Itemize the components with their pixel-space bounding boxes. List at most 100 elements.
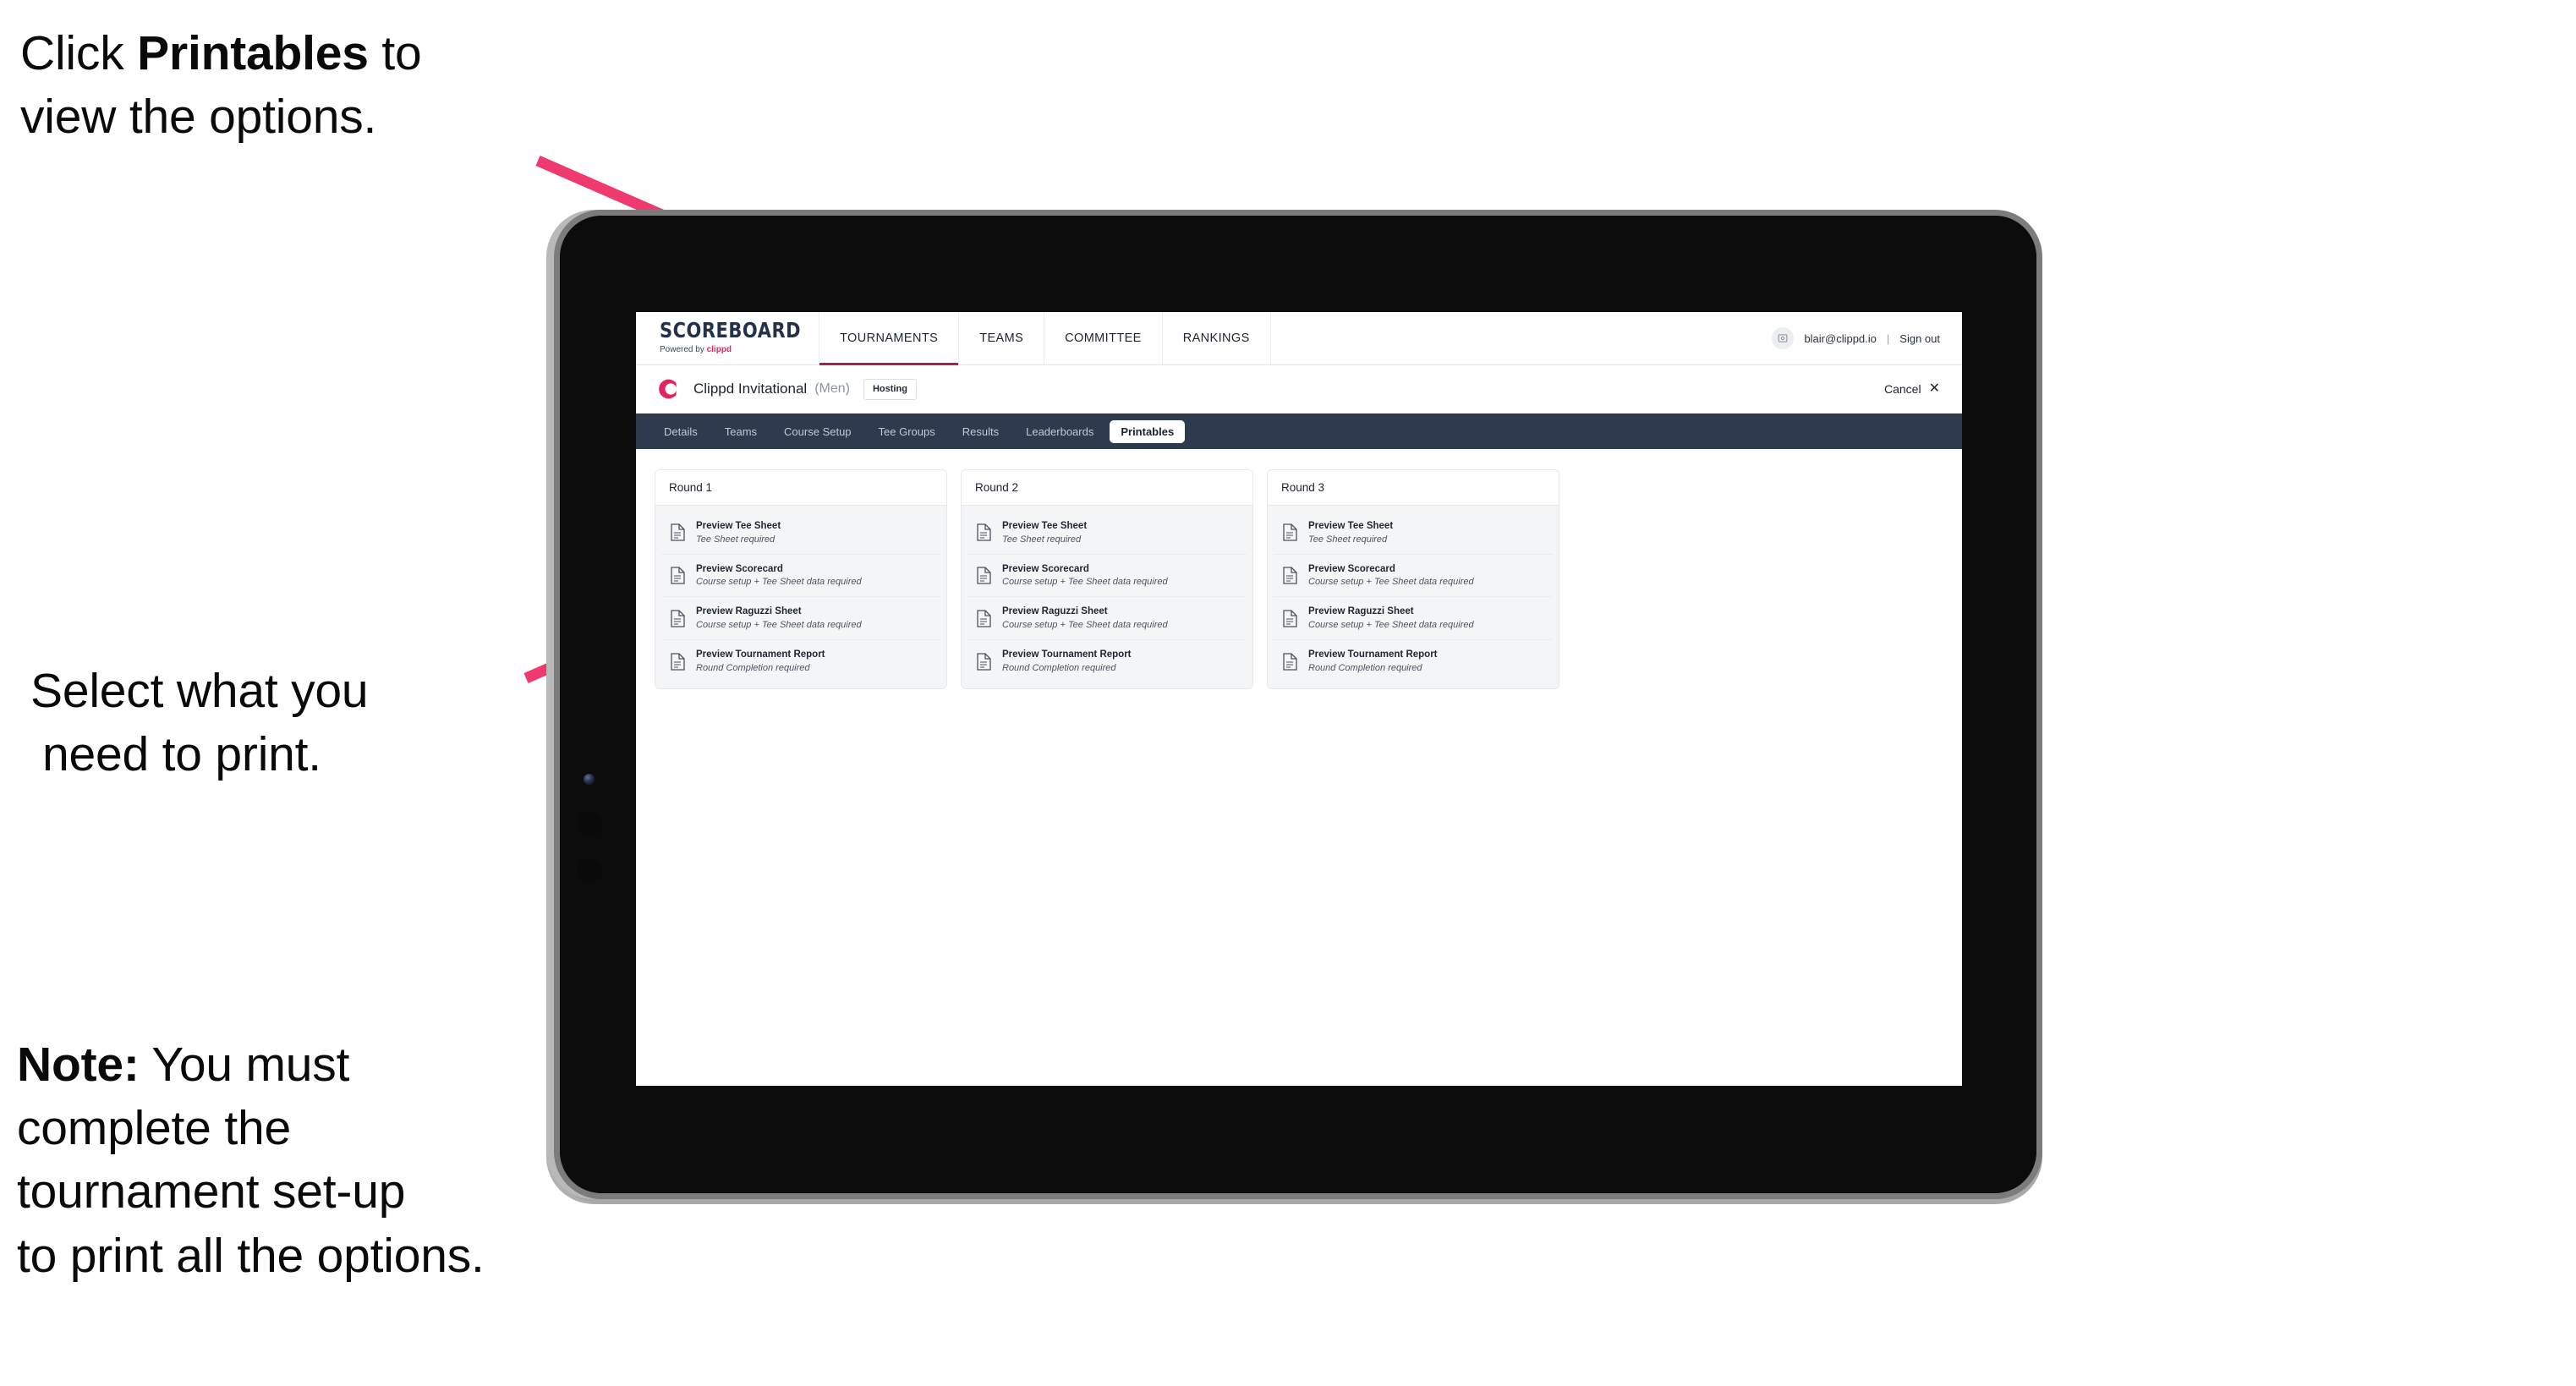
- nav-item-teams[interactable]: TEAMS: [958, 312, 1045, 364]
- nav-item-committee[interactable]: COMMITTEE: [1044, 312, 1163, 364]
- tournament-tabs: Details Teams Course Setup Tee Groups Re…: [636, 414, 1962, 449]
- printable-item-scorecard[interactable]: Preview Scorecard Course setup + Tee She…: [967, 554, 1247, 598]
- sign-out-link[interactable]: Sign out: [1899, 332, 1940, 345]
- tab-teams[interactable]: Teams: [714, 420, 768, 443]
- primary-nav: TOURNAMENTS TEAMS COMMITTEE RANKINGS: [819, 312, 1271, 365]
- printable-item-raguzzi-sheet[interactable]: Preview Raguzzi Sheet Course setup + Tee…: [661, 597, 940, 641]
- document-icon: [1283, 523, 1297, 542]
- printable-item-tee-sheet[interactable]: Preview Tee Sheet Tee Sheet required: [661, 512, 940, 555]
- printable-requirement: Course setup + Tee Sheet data required: [1308, 577, 1474, 588]
- printable-requirement: Course setup + Tee Sheet data required: [1308, 620, 1474, 631]
- round-title: Round 1: [655, 470, 946, 506]
- printable-item-tournament-report[interactable]: Preview Tournament Report Round Completi…: [967, 640, 1247, 682]
- round-title: Round 3: [1268, 470, 1559, 506]
- printable-title: Preview Tournament Report: [1002, 649, 1132, 660]
- tab-tee-groups[interactable]: Tee Groups: [868, 420, 946, 443]
- nav-label: TOURNAMENTS: [840, 331, 939, 345]
- annotation-1-bold: Printables: [137, 26, 369, 80]
- printables-rounds-grid: Round 1 Preview Tee Sheet Tee Sheet requ…: [636, 449, 1962, 709]
- printable-item-tee-sheet[interactable]: Preview Tee Sheet Tee Sheet required: [967, 512, 1247, 555]
- close-icon: ✕: [1928, 381, 1940, 396]
- printable-item-text: Preview Tee Sheet Tee Sheet required: [696, 521, 781, 545]
- tab-details[interactable]: Details: [653, 420, 709, 443]
- user-email: blair@clippd.io: [1804, 331, 1877, 345]
- printable-title: Preview Tournament Report: [696, 649, 825, 660]
- document-icon: [1283, 652, 1297, 671]
- printable-title: Preview Tee Sheet: [1308, 521, 1394, 531]
- printable-requirement: Course setup + Tee Sheet data required: [1002, 577, 1168, 588]
- printable-title: Preview Raguzzi Sheet: [1002, 606, 1108, 617]
- nav-label: TEAMS: [979, 331, 1024, 345]
- document-icon: [1283, 567, 1297, 584]
- round-column: Round 3 Preview Tee Sheet Tee Sheet requ…: [1267, 469, 1559, 689]
- status-badge: Hosting: [863, 378, 917, 400]
- cancel-label: Cancel: [1884, 382, 1921, 396]
- printable-requirement: Tee Sheet required: [696, 534, 776, 545]
- device-sensor-dot: [577, 812, 602, 837]
- printable-requirement: Course setup + Tee Sheet data required: [696, 620, 862, 631]
- round-items: Preview Tee Sheet Tee Sheet required Pre…: [1268, 506, 1559, 688]
- printable-item-text: Preview Tournament Report Round Completi…: [1308, 649, 1438, 673]
- document-icon: [671, 567, 685, 584]
- round-items: Preview Tee Sheet Tee Sheet required Pre…: [962, 506, 1252, 688]
- annotation-3-bold: Note:: [17, 1038, 140, 1092]
- user-avatar-icon[interactable]: [1772, 327, 1795, 349]
- nav-item-tournaments[interactable]: TOURNAMENTS: [819, 312, 960, 365]
- printable-title: Preview Raguzzi Sheet: [1308, 606, 1414, 617]
- printable-item-text: Preview Scorecard Course setup + Tee She…: [1002, 564, 1168, 588]
- tournament-header: Clippd Invitational (Men) Hosting Cancel…: [636, 365, 1962, 414]
- annotation-click-printables: Click Printables to view the options.: [20, 22, 578, 149]
- printable-title: Preview Tee Sheet: [696, 521, 781, 531]
- document-icon: [977, 610, 991, 627]
- printable-item-scorecard[interactable]: Preview Scorecard Course setup + Tee She…: [661, 554, 940, 598]
- tab-results[interactable]: Results: [951, 420, 1010, 443]
- round-column: Round 1 Preview Tee Sheet Tee Sheet requ…: [655, 469, 947, 689]
- app-header: SCOREBOARD Powered by clippd TOURNAMENTS…: [636, 312, 1962, 365]
- printable-item-text: Preview Tournament Report Round Completi…: [696, 649, 825, 673]
- annotation-2-line2: need to print.: [42, 727, 321, 782]
- printable-title: Preview Raguzzi Sheet: [696, 606, 802, 617]
- printable-title: Preview Scorecard: [696, 563, 783, 574]
- document-icon: [671, 523, 685, 542]
- tab-course-setup[interactable]: Course Setup: [773, 420, 863, 443]
- printable-item-tee-sheet[interactable]: Preview Tee Sheet Tee Sheet required: [1274, 512, 1553, 555]
- annotation-3-l1: You must: [139, 1038, 350, 1092]
- clippd-c-logo: [659, 379, 677, 399]
- printable-item-text: Preview Scorecard Course setup + Tee She…: [1308, 564, 1474, 588]
- document-icon: [671, 610, 685, 627]
- round-column: Round 2 Preview Tee Sheet Tee Sheet requ…: [961, 469, 1253, 689]
- printable-item-tournament-report[interactable]: Preview Tournament Report Round Completi…: [1274, 640, 1553, 682]
- nav-label: RANKINGS: [1182, 331, 1250, 345]
- printable-item-text: Preview Tee Sheet Tee Sheet required: [1002, 521, 1087, 545]
- round-items: Preview Tee Sheet Tee Sheet required Pre…: [655, 506, 946, 688]
- tournament-name: Clippd Invitational: [693, 381, 808, 397]
- tab-printables[interactable]: Printables: [1110, 419, 1186, 443]
- front-camera-icon: [584, 774, 595, 785]
- annotation-1-line2: view the options.: [20, 90, 377, 145]
- printable-item-text: Preview Raguzzi Sheet Course setup + Tee…: [1308, 606, 1474, 630]
- tab-leaderboards[interactable]: Leaderboards: [1015, 420, 1104, 443]
- printable-item-text: Preview Raguzzi Sheet Course setup + Tee…: [1002, 606, 1168, 630]
- nav-label: COMMITTEE: [1065, 331, 1142, 345]
- app-screen: SCOREBOARD Powered by clippd TOURNAMENTS…: [636, 312, 1962, 1086]
- printable-item-raguzzi-sheet[interactable]: Preview Raguzzi Sheet Course setup + Tee…: [967, 597, 1247, 641]
- document-icon: [977, 523, 991, 542]
- tablet-bezel: SCOREBOARD Powered by clippd TOURNAMENTS…: [560, 216, 2036, 1193]
- printable-requirement: Course setup + Tee Sheet data required: [696, 577, 862, 588]
- printable-item-raguzzi-sheet[interactable]: Preview Raguzzi Sheet Course setup + Tee…: [1274, 597, 1553, 641]
- annotation-1-post: to: [368, 26, 422, 80]
- device-sensor-dot: [577, 858, 602, 884]
- printable-item-scorecard[interactable]: Preview Scorecard Course setup + Tee She…: [1274, 554, 1553, 598]
- printable-item-text: Preview Tournament Report Round Completi…: [1002, 649, 1132, 673]
- brand-logo[interactable]: SCOREBOARD Powered by clippd: [636, 312, 819, 364]
- nav-item-rankings[interactable]: RANKINGS: [1161, 312, 1271, 364]
- printable-requirement: Tee Sheet required: [1308, 534, 1388, 545]
- cancel-button[interactable]: Cancel ✕: [1884, 381, 1940, 397]
- printable-item-tournament-report[interactable]: Preview Tournament Report Round Completi…: [661, 640, 940, 682]
- annotation-3-l4: to print all the options.: [17, 1228, 485, 1283]
- printable-item-text: Preview Scorecard Course setup + Tee She…: [696, 564, 862, 588]
- tablet-device-frame: SCOREBOARD Powered by clippd TOURNAMENTS…: [554, 210, 2042, 1199]
- printable-requirement: Tee Sheet required: [1002, 534, 1082, 545]
- printable-requirement: Course setup + Tee Sheet data required: [1002, 620, 1168, 631]
- document-icon: [977, 652, 991, 671]
